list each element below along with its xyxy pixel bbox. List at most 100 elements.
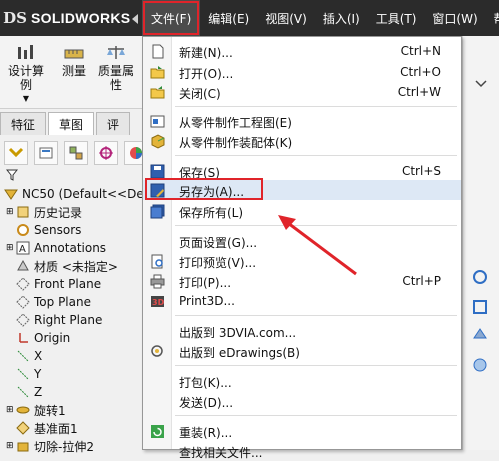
tree-item-label: 材质 <未指定>	[34, 259, 118, 274]
menu-item-label: 出版到 eDrawings(B)	[179, 346, 300, 360]
menu-tools[interactable]: 工具(T)	[368, 0, 425, 36]
svg-text:A: A	[19, 244, 26, 255]
tree-item-x[interactable]: X	[0, 347, 146, 365]
feature-tree: NC50 (Default<<De ⊞ 历史记录 Sensors ⊞ A Ann…	[0, 185, 146, 455]
tree-item-label: Annotations	[34, 241, 107, 255]
menu-item-shortcut: Ctrl+W	[397, 85, 441, 99]
tab-sketch[interactable]: 草图	[48, 112, 95, 135]
tree-item-cut-extrude[interactable]: ⊞ 切除-拉伸2	[0, 437, 146, 455]
menu-item-close[interactable]: 关闭(C) Ctrl+W	[143, 82, 461, 102]
measure-button[interactable]: 测量	[62, 44, 86, 78]
tree-item-z[interactable]: Z	[0, 383, 146, 401]
menu-item-print3d[interactable]: 3D Print3D...	[143, 291, 461, 311]
menu-item-send[interactable]: 发送(D)...	[143, 391, 461, 411]
zoom-view-icon[interactable]	[471, 298, 489, 316]
svg-text:3D: 3D	[152, 298, 165, 307]
menu-item-label: 打开(O)...	[179, 67, 234, 81]
menu-item-label: 重装(R)...	[179, 426, 233, 440]
tree-item-label: 旋转1	[34, 403, 66, 418]
measure-icon	[64, 49, 84, 59]
menu-item-label: 打印(P)...	[179, 276, 232, 290]
tree-root[interactable]: NC50 (Default<<De	[0, 185, 146, 203]
menu-insert[interactable]: 插入(I)	[315, 0, 368, 36]
tree-item-front-plane[interactable]: Front Plane	[0, 275, 146, 293]
tree-item-label: X	[34, 349, 43, 363]
annotation-highlight-box	[145, 178, 263, 200]
menu-item-pack-and-go[interactable]: 打包(K)...	[143, 371, 461, 391]
menu-item-make-assembly[interactable]: 从零件制作装配体(K)	[143, 131, 461, 151]
solidworks-logo[interactable]: DS SOLIDWORKS	[3, 6, 130, 30]
tree-item-history[interactable]: ⊞ 历史记录	[0, 203, 146, 221]
rotate-view-icon[interactable]	[471, 268, 489, 286]
menu-item-label: 关闭(C)	[179, 87, 221, 101]
tree-item-sensors[interactable]: Sensors	[0, 221, 146, 239]
expand-icon[interactable]: ⊞	[6, 243, 16, 253]
menu-bar: 文件(F) 编辑(E) 视图(V) 插入(I) 工具(T) 窗口(W) 帮	[142, 0, 499, 36]
menu-item-open[interactable]: 打开(O)... Ctrl+O	[143, 62, 461, 82]
menu-item-reload[interactable]: 重装(R)...	[143, 421, 461, 441]
tree-item-annotations[interactable]: ⊞ A Annotations	[0, 239, 146, 257]
configuration-manager-icon[interactable]	[64, 141, 88, 165]
tab-evaluate[interactable]: 评	[96, 112, 131, 135]
history-icon	[17, 206, 29, 218]
tree-item-origin[interactable]: Origin	[0, 329, 146, 347]
menu-item-make-drawing[interactable]: 从零件制作工程图(E)	[143, 111, 461, 131]
design-study-button[interactable]: 设计算 例 ▼	[8, 44, 44, 106]
tree-item-top-plane[interactable]: Top Plane	[0, 293, 146, 311]
design-study-icon	[18, 45, 33, 59]
tree-item-label: 基准面1	[34, 421, 78, 436]
menu-item-label: 出版到 3DVIA.com...	[179, 326, 297, 340]
plane-icon	[16, 295, 30, 309]
right-toolbar	[462, 36, 499, 450]
display-style-icon[interactable]	[471, 326, 489, 344]
plane-icon	[16, 313, 30, 327]
menu-item-shortcut: Ctrl+N	[400, 44, 441, 58]
menu-item-publish-edrawings[interactable]: 出版到 eDrawings(B)	[143, 341, 461, 361]
menu-window[interactable]: 窗口(W)	[424, 0, 485, 36]
menu-item-label: 查找相关文件...	[179, 446, 263, 460]
menu-view[interactable]: 视图(V)	[257, 0, 315, 36]
feature-manager-tabs: 特征 草图 评	[0, 112, 146, 135]
mass-properties-label: 质量属 性	[98, 64, 135, 92]
menu-item-new[interactable]: 新建(N)... Ctrl+N	[143, 41, 461, 61]
property-manager-icon[interactable]	[34, 141, 58, 165]
print3d-icon: 3D	[151, 296, 165, 307]
expand-icon[interactable]: ⊞	[6, 405, 16, 415]
heads-up-view-icon[interactable]	[473, 76, 489, 92]
menu-help[interactable]: 帮	[486, 0, 499, 36]
expand-icon[interactable]: ⊞	[6, 207, 16, 217]
menu-file[interactable]: 文件(F)	[142, 0, 201, 36]
tree-item-revolve[interactable]: ⊞ 旋转1	[0, 401, 146, 419]
chevron-down-icon[interactable]: ▼	[23, 92, 29, 106]
tree-item-plane1[interactable]: 基准面1	[0, 419, 146, 437]
sensors-icon	[17, 224, 29, 236]
tree-item-label: Sensors	[34, 223, 82, 237]
menu-edit[interactable]: 编辑(E)	[200, 0, 257, 36]
feature-manager-icons	[0, 138, 150, 168]
tree-item-label: Top Plane	[34, 295, 91, 309]
revolve-icon	[16, 406, 30, 414]
menu-item-label: 打印预览(V)...	[179, 256, 257, 270]
new-file-icon	[152, 44, 164, 59]
feature-tree-icon[interactable]	[4, 141, 28, 165]
annotation-arrow-icon	[278, 215, 357, 276]
collapse-arrow-icon[interactable]	[132, 14, 138, 24]
menu-item-shortcut: Ctrl+O	[400, 65, 441, 79]
menu-item-label: 从零件制作装配体(K)	[179, 136, 293, 150]
scene-icon[interactable]	[471, 356, 489, 374]
tree-item-label: 历史记录	[34, 205, 83, 220]
tree-item-material[interactable]: 材质 <未指定>	[0, 257, 146, 275]
menu-item-label: Print3D...	[179, 294, 235, 308]
tree-item-label: 切除-拉伸2	[34, 439, 94, 454]
menu-item-label: 打包(K)...	[179, 376, 232, 390]
menu-item-publish-3dvia[interactable]: 出版到 3DVIA.com...	[143, 321, 461, 341]
tree-item-y[interactable]: Y	[0, 365, 146, 383]
tree-root-label: NC50 (Default<<De	[22, 187, 144, 201]
close-folder-icon	[150, 86, 165, 99]
dimxpert-icon[interactable]	[94, 141, 118, 165]
menu-item-find-references[interactable]: 查找相关文件...	[143, 441, 461, 461]
mass-properties-button[interactable]: 质量属 性	[98, 44, 134, 92]
tree-item-right-plane[interactable]: Right Plane	[0, 311, 146, 329]
filter-icon[interactable]	[6, 169, 18, 181]
tab-features[interactable]: 特征	[0, 112, 47, 135]
